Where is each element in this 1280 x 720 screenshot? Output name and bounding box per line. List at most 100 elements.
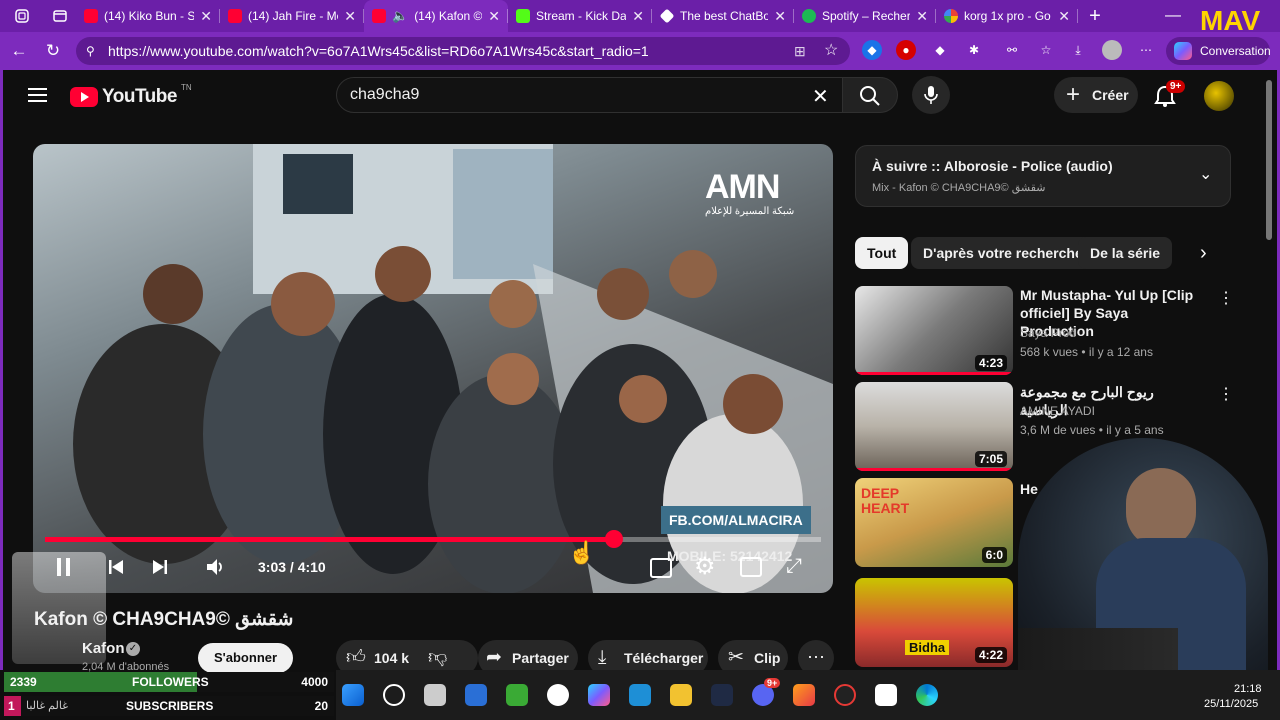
- taskbar-obs-icon[interactable]: [834, 684, 856, 706]
- chevron-down-icon[interactable]: ⌄: [1199, 164, 1212, 184]
- conversation-label: Conversation: [1200, 44, 1271, 58]
- close-tab-icon[interactable]: ✕: [916, 8, 928, 25]
- extension-icon[interactable]: ◆: [862, 40, 882, 60]
- streamer-head: [1126, 468, 1196, 548]
- up-next-panel[interactable]: À suivre :: Alborosie - Police (audio) M…: [855, 145, 1231, 207]
- volume-button[interactable]: [204, 556, 226, 578]
- recommendation-channel[interactable]: Saya Prod: [1020, 326, 1076, 340]
- taskbar-fl-studio-icon[interactable]: [793, 684, 815, 706]
- thumbs-down-icon[interactable]: 👎︎: [428, 646, 447, 669]
- split-screen-icon[interactable]: ⚯: [1002, 40, 1022, 60]
- channel-name[interactable]: Kafon: [82, 640, 125, 657]
- account-avatar[interactable]: [1204, 81, 1234, 111]
- favorites-icon[interactable]: ☆: [1036, 40, 1056, 60]
- share-label: Partager: [512, 650, 569, 666]
- tab-jah-fire[interactable]: (14) Jah Fire - Mc ✕: [220, 0, 364, 32]
- site-info-icon[interactable]: ⚲: [86, 37, 95, 65]
- recommendation-thumbnail[interactable]: 4:23: [855, 286, 1013, 375]
- taskbar-clock-date[interactable]: 25/11/2025: [1204, 698, 1258, 710]
- video-player[interactable]: AMN شبكة المسيرة للإعلام FB.COM/ALMACIRA…: [33, 144, 833, 593]
- taskbar-android-icon[interactable]: [506, 684, 528, 706]
- extension-diamond-icon[interactable]: ◆: [930, 40, 950, 60]
- taskbar-app-circle-icon[interactable]: [547, 684, 569, 706]
- close-tab-icon[interactable]: ✕: [200, 8, 212, 25]
- downloads-icon[interactable]: ⤓: [1068, 40, 1088, 60]
- tab-google[interactable]: korg 1x pro - Go ✕: [936, 0, 1078, 32]
- notifications-button[interactable]: 9+: [1154, 80, 1186, 108]
- chevron-right-icon[interactable]: ›: [1200, 242, 1207, 265]
- taskbar-file-explorer-icon[interactable]: [670, 684, 692, 706]
- tab-chatbot[interactable]: The best ChatBot ✕: [652, 0, 794, 32]
- recommendation-channel[interactable]: AMINE AYADI: [1020, 404, 1095, 418]
- up-next-title: À suivre :: Alborosie - Police (audio): [872, 158, 1113, 174]
- fullscreen-icon[interactable]: ⤢: [786, 555, 802, 578]
- taskbar-search-icon[interactable]: [383, 684, 405, 706]
- taskbar-app-icon[interactable]: [465, 684, 487, 706]
- create-button[interactable]: + Créer: [1054, 77, 1138, 113]
- tab-kiko-bun[interactable]: (14) Kiko Bun - Sl ✕: [76, 0, 220, 32]
- chip-search-related[interactable]: D'après votre recherche: [911, 237, 1095, 269]
- more-menu-icon[interactable]: ⋯: [1136, 40, 1156, 60]
- tab-kafon[interactable]: 🔈 (14) Kafon © ✕: [364, 0, 508, 32]
- previous-button[interactable]: [106, 557, 126, 577]
- url-bar[interactable]: ⚲ https://www.youtube.com/watch?v=6o7A1W…: [76, 37, 850, 65]
- page-scrollbar[interactable]: [1266, 80, 1272, 240]
- clear-search-icon[interactable]: ✕: [812, 84, 829, 109]
- settings-gear-icon[interactable]: ⚙: [694, 553, 716, 581]
- subscribe-button[interactable]: S'abonner: [198, 643, 294, 673]
- windows-start-icon[interactable]: [342, 684, 364, 706]
- reload-icon[interactable]: ↻: [42, 40, 64, 62]
- clip-label: Clip: [754, 650, 781, 666]
- chip-series[interactable]: De la série: [1078, 237, 1173, 269]
- subscribers-count: 1: [8, 699, 15, 713]
- kick-icon: [516, 9, 530, 23]
- voice-search-button[interactable]: [912, 76, 950, 114]
- menu-icon[interactable]: [28, 86, 48, 104]
- close-tab-icon[interactable]: ✕: [488, 8, 500, 25]
- task-view-icon[interactable]: [424, 684, 446, 706]
- taskbar-app-icon[interactable]: [875, 684, 897, 706]
- taskbar-copilot-icon[interactable]: [588, 684, 610, 706]
- time-display: 3:03 / 4:10: [258, 559, 326, 575]
- workspaces-icon[interactable]: [0, 0, 44, 32]
- favorite-star-icon[interactable]: ☆: [824, 37, 838, 65]
- next-button[interactable]: [150, 557, 170, 577]
- new-tab-button[interactable]: +: [1078, 0, 1112, 32]
- more-vert-icon[interactable]: ⋮: [1218, 384, 1234, 404]
- tab-spotify[interactable]: Spotify – Recherc ✕: [794, 0, 936, 32]
- extension-shield-icon[interactable]: ●: [896, 40, 916, 60]
- taskbar-store-icon[interactable]: [629, 684, 651, 706]
- close-tab-icon[interactable]: ✕: [632, 8, 644, 25]
- tab-actions-icon[interactable]: [44, 0, 76, 32]
- subtitles-icon[interactable]: [650, 558, 672, 578]
- next-icon: [153, 560, 167, 574]
- close-tab-icon[interactable]: ✕: [774, 8, 786, 25]
- followers-goal-bar: 2339 FOLLOWERS 4000: [4, 672, 334, 692]
- tab-kick[interactable]: Stream - Kick Da ✕: [508, 0, 652, 32]
- taskbar-clock-time[interactable]: 21:18: [1234, 683, 1262, 695]
- copilot-conversation-button[interactable]: Conversation: [1166, 37, 1271, 65]
- taskbar-edge-icon[interactable]: [916, 684, 938, 706]
- theater-mode-icon[interactable]: [740, 557, 762, 577]
- app-available-icon[interactable]: ⊞: [794, 37, 806, 65]
- chip-tout[interactable]: Tout: [855, 237, 909, 269]
- close-tab-icon[interactable]: ✕: [344, 8, 356, 25]
- recommendation-thumbnail[interactable]: Bidha 4:22: [855, 578, 1013, 667]
- taskbar-discord-icon[interactable]: 9+: [752, 678, 781, 706]
- search-button[interactable]: [842, 77, 898, 113]
- youtube-logo[interactable]: YouTube TN: [70, 83, 196, 109]
- tab-title: Stream - Kick Da: [536, 9, 627, 23]
- recommendation-thumbnail[interactable]: DEEP HEART 6:0: [855, 478, 1013, 567]
- speaker-icon[interactable]: 🔈: [392, 8, 408, 24]
- extensions-puzzle-icon[interactable]: ✱: [964, 40, 984, 60]
- minimize-icon[interactable]: —: [1160, 0, 1186, 32]
- subscribers-goal-bar: 1 غالم غالبا SUBSCRIBERS 20: [4, 696, 334, 716]
- taskbar-app-icon[interactable]: [711, 684, 733, 706]
- back-icon[interactable]: ←: [8, 40, 30, 62]
- more-vert-icon[interactable]: ⋮: [1218, 288, 1234, 308]
- close-tab-icon[interactable]: ✕: [1058, 8, 1070, 25]
- recommendation-thumbnail[interactable]: 7:05: [855, 382, 1013, 471]
- copilot-icon: [1174, 42, 1192, 60]
- profile-avatar-icon[interactable]: [1102, 40, 1122, 60]
- progress-scrubber-handle[interactable]: [605, 530, 623, 548]
